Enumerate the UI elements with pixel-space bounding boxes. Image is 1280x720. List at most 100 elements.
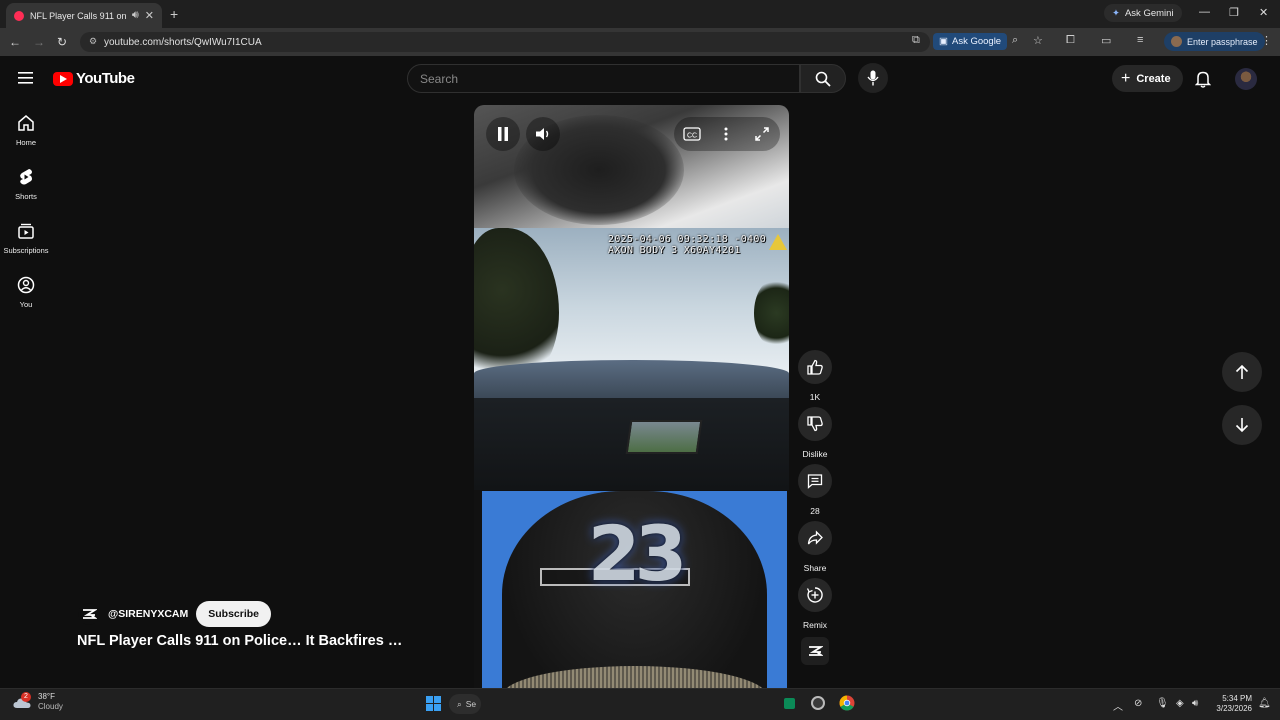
clock-date: 3/23/2026 xyxy=(1216,704,1252,713)
arrow-up-icon xyxy=(1235,364,1249,379)
restore-icon[interactable]: ❐ xyxy=(1229,6,1239,19)
cast-icon[interactable]: ⧉ xyxy=(912,34,920,47)
video-title[interactable]: NFL Player Calls 911 on Police… It Backf… xyxy=(77,633,402,649)
subscribe-button[interactable]: Subscribe xyxy=(196,601,272,627)
volume-button[interactable] xyxy=(526,117,560,151)
channel-handle[interactable]: @SIRENYXCAM xyxy=(108,608,188,620)
reading-list-icon[interactable]: ≡ xyxy=(1137,34,1143,46)
weather-badge: 2 xyxy=(21,692,31,702)
pause-icon xyxy=(498,127,508,141)
comments-button[interactable]: 28 xyxy=(797,464,833,516)
notifications-bell-icon[interactable] xyxy=(1195,70,1211,88)
browser-tab-strip: NFL Player Calls 911 on Police 🔊︎ ✕ + ✦ … xyxy=(0,0,1280,28)
weather-widget[interactable]: 38°F Cloudy xyxy=(12,692,63,712)
home-icon xyxy=(18,115,34,131)
dislike-button[interactable]: Dislike xyxy=(797,407,833,459)
new-tab-icon[interactable]: + xyxy=(170,6,178,22)
ask-gemini-label: Ask Gemini xyxy=(1124,7,1174,19)
gemini-sparkle-icon: ✦ xyxy=(1112,7,1120,19)
zoom-icon[interactable]: ⌕ xyxy=(1012,34,1018,47)
minimize-icon[interactable]: — xyxy=(1199,6,1210,18)
forward-icon[interactable]: → xyxy=(33,35,45,49)
thumbs-down-icon xyxy=(807,416,823,432)
windows-taskbar xyxy=(0,688,1280,720)
like-count: 1K xyxy=(809,392,821,402)
window-close-icon[interactable]: ✕ xyxy=(1259,6,1268,19)
bodycam-timestamp: 2025-04-06 09:32:18 -0400 AXON BODY 3 X60… xyxy=(608,234,766,256)
user-profile-icon xyxy=(17,276,35,294)
subscriptions-icon xyxy=(18,223,34,239)
voice-search-button[interactable] xyxy=(858,63,888,93)
bookmark-star-icon[interactable]: ☆ xyxy=(1033,34,1043,47)
browser-menu-icon[interactable]: ⋮ xyxy=(1261,34,1272,47)
taskbar-clock[interactable]: 5:34 PM 3/23/2026 xyxy=(1210,694,1252,714)
create-button[interactable]: + Create xyxy=(1112,65,1183,92)
sidebar-item-home[interactable]: Home xyxy=(0,114,52,147)
closed-captions-icon[interactable]: CC xyxy=(683,126,701,142)
volume-icon xyxy=(536,128,549,140)
arrow-down-icon xyxy=(1235,418,1249,433)
channel-avatar[interactable] xyxy=(78,603,100,625)
profile-passphrase-button[interactable]: Enter passphrase xyxy=(1164,32,1265,51)
fullscreen-icon[interactable] xyxy=(754,126,770,142)
taskbar-search[interactable]: ⌕ Se xyxy=(449,694,481,714)
hamburger-menu-icon[interactable] xyxy=(18,71,34,85)
back-icon[interactable]: ← xyxy=(9,35,21,49)
like-button[interactable]: 1K xyxy=(797,350,833,402)
remix-icon xyxy=(806,587,823,603)
browser-toolbar: ← → ↻ ⚙ youtube.com/shorts/QwIWu7I1CUA xyxy=(0,28,1280,56)
sidebar-item-label: You xyxy=(19,300,33,309)
account-avatar[interactable] xyxy=(1235,68,1257,90)
remix-label: Remix xyxy=(802,620,828,630)
youtube-logo[interactable]: YouTube xyxy=(53,70,135,87)
site-info-icon[interactable]: ⚙ xyxy=(89,36,97,47)
previous-short-button[interactable] xyxy=(1222,352,1262,392)
channel-logo-icon xyxy=(809,646,823,656)
tray-mic-icon[interactable]: 🎙︎ xyxy=(1156,698,1169,709)
remix-button[interactable]: Remix xyxy=(797,578,833,630)
channel-thumbnail[interactable] xyxy=(801,637,829,665)
windows-start-icon[interactable] xyxy=(426,696,441,711)
browser-tab[interactable]: NFL Player Calls 911 on Police 🔊︎ ✕ xyxy=(6,3,162,28)
temperature: 38°F xyxy=(38,692,55,701)
search-input[interactable] xyxy=(420,71,799,86)
passphrase-label: Enter passphrase xyxy=(1187,36,1258,47)
notification-center-icon[interactable]: 🔔︎ xyxy=(1258,698,1271,709)
sidebar-item-subscriptions[interactable]: Subscriptions xyxy=(0,222,52,255)
dislike-label: Dislike xyxy=(802,449,828,459)
ask-gemini-button[interactable]: ✦ Ask Gemini xyxy=(1104,4,1182,22)
sidebar-item-you[interactable]: You xyxy=(0,276,52,309)
create-label: Create xyxy=(1136,72,1171,85)
tray-wifi-icon[interactable]: ◈ xyxy=(1176,698,1184,709)
share-label: Share xyxy=(803,563,827,573)
sidebar-item-shorts[interactable]: Shorts xyxy=(0,168,52,201)
address-bar[interactable]: ⚙ youtube.com/shorts/QwIWu7I1CUA xyxy=(80,32,930,52)
profile-avatar-icon xyxy=(1171,36,1182,47)
taskbar-app-icon[interactable] xyxy=(811,696,825,710)
weather-condition: Cloudy xyxy=(38,702,63,711)
share-button[interactable]: Share xyxy=(797,521,833,573)
next-short-button[interactable] xyxy=(1222,405,1262,445)
search-button[interactable] xyxy=(800,64,846,93)
share-icon xyxy=(807,530,823,545)
reload-icon[interactable]: ↻ xyxy=(57,35,67,49)
tray-network-off-icon[interactable]: ⊘ xyxy=(1134,698,1142,709)
channel-info: @SIRENYXCAM Subscribe xyxy=(78,601,272,627)
shorts-video-player[interactable]: 2025-04-06 09:32:18 -0400 AXON BODY 3 X60… xyxy=(474,105,789,720)
tab-close-icon[interactable]: ✕ xyxy=(145,9,154,22)
more-options-icon[interactable] xyxy=(723,126,729,142)
tab-audio-icon[interactable]: 🔊︎ xyxy=(132,9,139,22)
taskbar-app-icon[interactable] xyxy=(784,698,795,709)
ask-google-button[interactable]: ▣ Ask Google xyxy=(933,33,1008,50)
shorts-icon xyxy=(20,169,32,185)
bodycam-timestamp-line2: AXON BODY 3 X60AY4201 xyxy=(608,245,741,256)
ask-google-label: Ask Google xyxy=(951,36,1002,47)
pause-button[interactable] xyxy=(486,117,520,151)
svg-text:CC: CC xyxy=(687,133,697,140)
tray-overflow-icon[interactable]: ︿ xyxy=(1113,698,1123,713)
extensions-icon[interactable]: ⧠ xyxy=(1066,34,1075,47)
side-panel-icon[interactable]: ▭ xyxy=(1101,34,1111,47)
tray-volume-icon[interactable]: 🔊︎ xyxy=(1192,698,1198,709)
chrome-icon[interactable] xyxy=(839,695,855,711)
sidebar-item-label: Shorts xyxy=(15,192,37,201)
